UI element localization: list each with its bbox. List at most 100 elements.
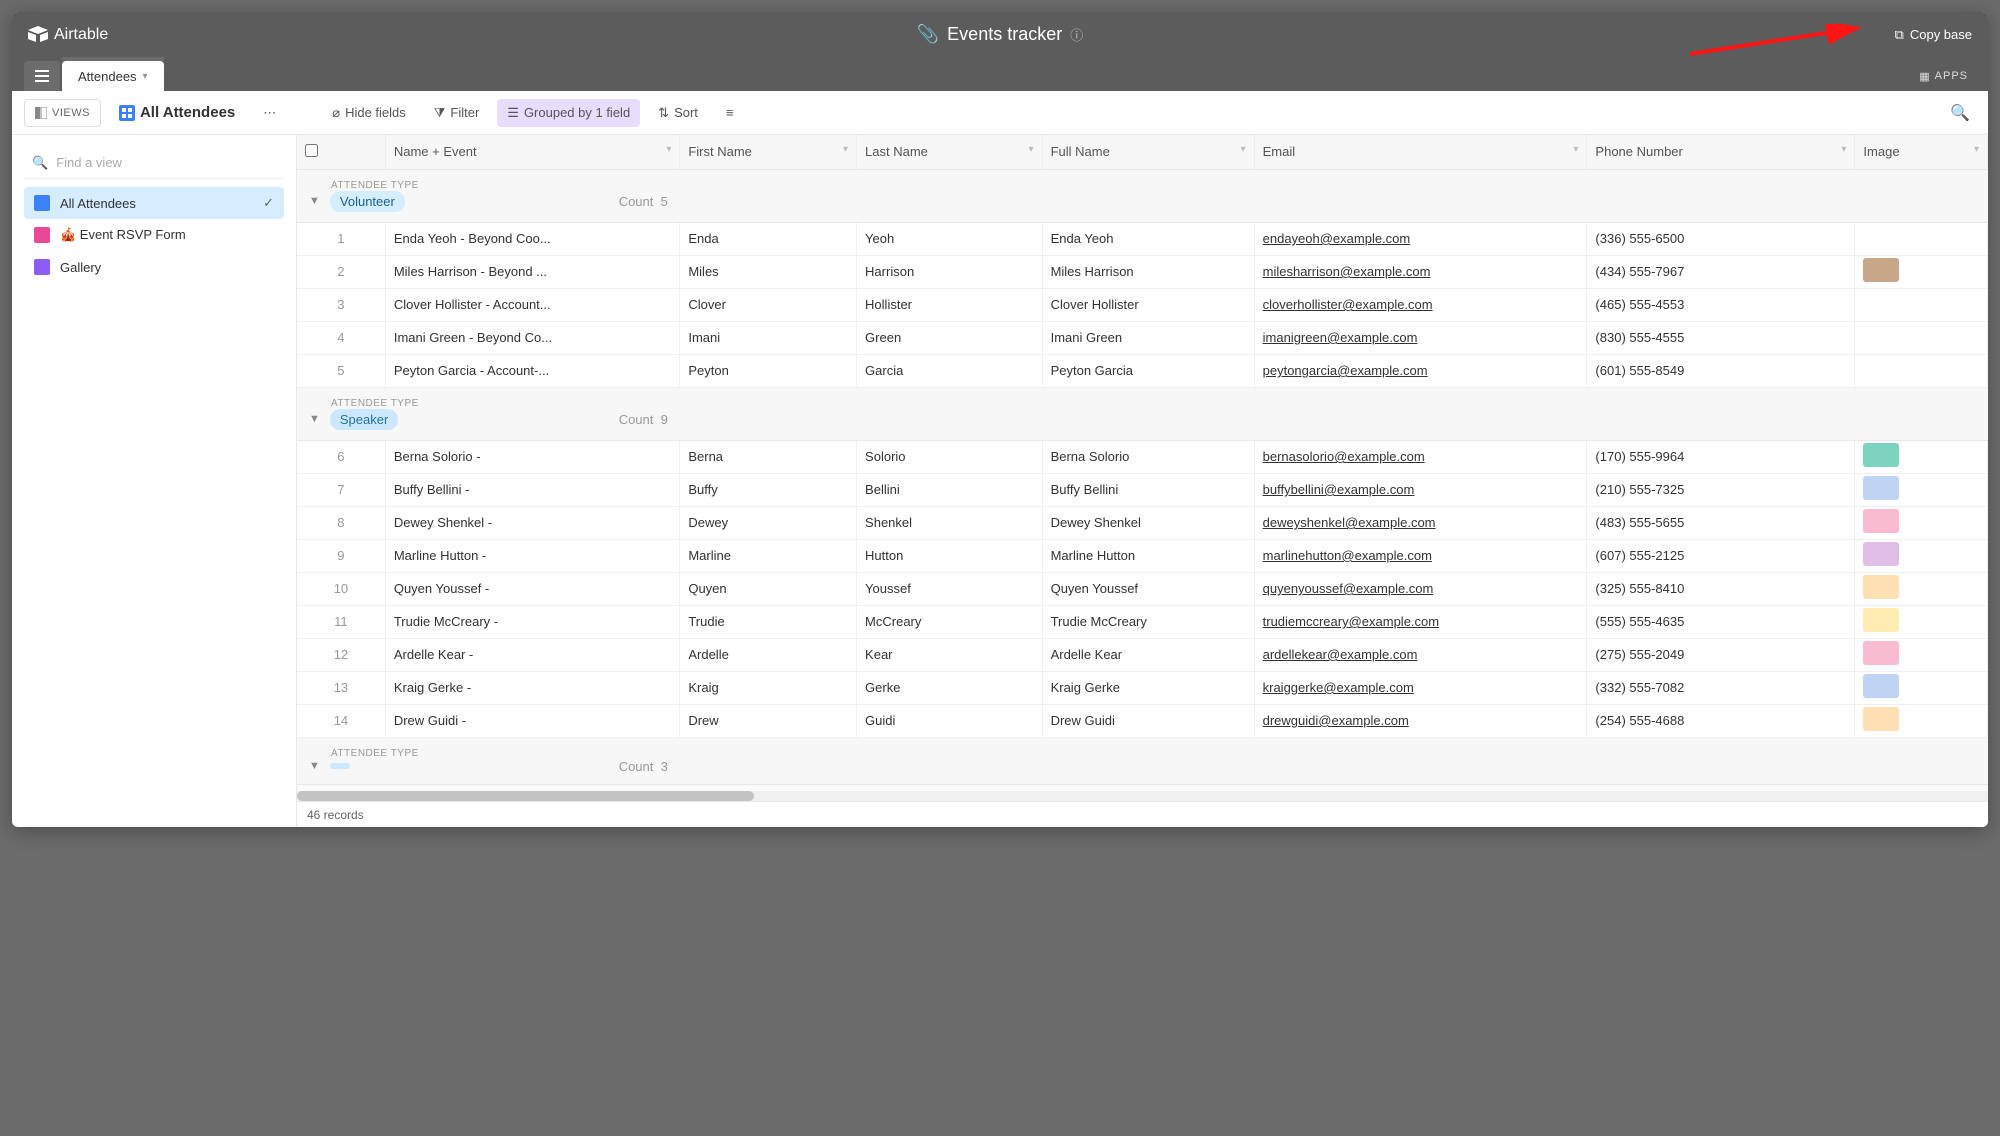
column-options-icon[interactable]: ▾ <box>1029 144 1034 155</box>
cell-email[interactable]: drewguidi@example.com <box>1254 704 1587 737</box>
cell-phone[interactable]: (555) 555-4635 <box>1587 605 1855 638</box>
image-thumbnail[interactable] <box>1863 443 1899 467</box>
copy-base-button[interactable]: ⧉ Copy base <box>1895 27 1972 43</box>
sidebar-view-gallery[interactable]: Gallery <box>24 251 284 283</box>
table-row[interactable]: 14Drew Guidi -DrewGuidiDrew Guididrewgui… <box>297 704 1988 737</box>
cell-name-event[interactable]: Buffy Bellini - <box>385 473 680 506</box>
cell-email[interactable]: quyenyoussef@example.com <box>1254 572 1587 605</box>
cell-name-event[interactable]: Trudie McCreary - <box>385 605 680 638</box>
cell-email[interactable]: marlinehutton@example.com <box>1254 539 1587 572</box>
cell-last-name[interactable]: Solorio <box>857 440 1043 473</box>
column-options-icon[interactable]: ▾ <box>1841 144 1846 155</box>
sidebar-view-form[interactable]: 🎪 Event RSVP Form <box>24 219 284 251</box>
cell-last-name[interactable]: Youssef <box>857 572 1043 605</box>
cell-email[interactable]: bernasolorio@example.com <box>1254 440 1587 473</box>
column-header[interactable] <box>297 135 385 169</box>
column-header[interactable]: Last Name▾ <box>857 135 1043 169</box>
cell-first-name[interactable]: Imani <box>680 321 857 354</box>
cell-full-name[interactable]: Imani Green <box>1042 321 1254 354</box>
cell-image[interactable] <box>1855 321 1988 354</box>
cell-image[interactable] <box>1855 288 1988 321</box>
cell-email[interactable]: ardellekear@example.com <box>1254 638 1587 671</box>
table-row[interactable]: 12Ardelle Kear -ArdelleKearArdelle Keara… <box>297 638 1988 671</box>
image-thumbnail[interactable] <box>1863 608 1899 632</box>
cell-full-name[interactable]: Quyen Youssef <box>1042 572 1254 605</box>
column-options-icon[interactable]: ▾ <box>1974 144 1979 155</box>
cell-phone[interactable]: (332) 555-7082 <box>1587 671 1855 704</box>
column-header[interactable]: Full Name▾ <box>1042 135 1254 169</box>
cell-name-event[interactable]: Kraig Gerke - <box>385 671 680 704</box>
cell-email[interactable]: milesharrison@example.com <box>1254 255 1587 288</box>
cell-phone[interactable]: (170) 555-9964 <box>1587 440 1855 473</box>
group-header[interactable]: ATTENDEE TYPE▼VolunteerCount 5 <box>297 169 1988 222</box>
cell-first-name[interactable]: Clover <box>680 288 857 321</box>
table-row[interactable]: 1Enda Yeoh - Beyond Coo...EndaYeohEnda Y… <box>297 222 1988 255</box>
current-view-name[interactable]: All Attendees <box>109 99 245 127</box>
cell-first-name[interactable]: Enda <box>680 222 857 255</box>
cell-name-event[interactable]: Ardelle Kear - <box>385 638 680 671</box>
cell-first-name[interactable]: Ardelle <box>680 638 857 671</box>
cell-image[interactable] <box>1855 440 1988 473</box>
select-all-checkbox[interactable] <box>305 144 318 157</box>
cell-email[interactable]: buffybellini@example.com <box>1254 473 1587 506</box>
cell-name-event[interactable]: Marline Hutton - <box>385 539 680 572</box>
group-header[interactable]: ATTENDEE TYPE▼Count 3 <box>297 737 1988 784</box>
cell-name-event[interactable]: Clover Hollister - Account... <box>385 288 680 321</box>
cell-first-name[interactable]: Drew <box>680 704 857 737</box>
cell-last-name[interactable]: Gerke <box>857 671 1043 704</box>
cell-phone[interactable]: (465) 555-4553 <box>1587 288 1855 321</box>
cell-phone[interactable]: (210) 555-7325 <box>1587 473 1855 506</box>
column-header[interactable]: Image▾ <box>1855 135 1988 169</box>
table-row[interactable]: 10Quyen Youssef -QuyenYoussefQuyen Youss… <box>297 572 1988 605</box>
group-header[interactable]: ATTENDEE TYPE▼SpeakerCount 9 <box>297 387 1988 440</box>
table-row[interactable]: 4Imani Green - Beyond Co...ImaniGreenIma… <box>297 321 1988 354</box>
views-toggle-button[interactable]: VIEWS <box>24 99 101 127</box>
table-row[interactable]: 6Berna Solorio -BernaSolorioBerna Solori… <box>297 440 1988 473</box>
cell-full-name[interactable]: Berna Solorio <box>1042 440 1254 473</box>
cell-image[interactable] <box>1855 539 1988 572</box>
column-options-icon[interactable]: ▾ <box>1573 144 1578 155</box>
cell-full-name[interactable]: Miles Harrison <box>1042 255 1254 288</box>
cell-name-event[interactable]: Dewey Shenkel - <box>385 506 680 539</box>
cell-email[interactable]: trudiemccreary@example.com <box>1254 605 1587 638</box>
cell-email[interactable]: imanigreen@example.com <box>1254 321 1587 354</box>
image-thumbnail[interactable] <box>1863 509 1899 533</box>
cell-full-name[interactable]: Ardelle Kear <box>1042 638 1254 671</box>
cell-phone[interactable]: (607) 555-2125 <box>1587 539 1855 572</box>
cell-phone[interactable]: (325) 555-8410 <box>1587 572 1855 605</box>
cell-first-name[interactable]: Miles <box>680 255 857 288</box>
cell-name-event[interactable]: Drew Guidi - <box>385 704 680 737</box>
cell-full-name[interactable]: Peyton Garcia <box>1042 354 1254 387</box>
group-button[interactable]: ☰ Grouped by 1 field <box>497 99 640 127</box>
cell-first-name[interactable]: Peyton <box>680 354 857 387</box>
cell-name-event[interactable]: Quyen Youssef - <box>385 572 680 605</box>
cell-full-name[interactable]: Drew Guidi <box>1042 704 1254 737</box>
cell-first-name[interactable]: Marline <box>680 539 857 572</box>
collapse-icon[interactable]: ▼ <box>309 413 320 425</box>
cell-first-name[interactable]: Kraig <box>680 671 857 704</box>
cell-email[interactable]: kraiggerke@example.com <box>1254 671 1587 704</box>
cell-phone[interactable]: (254) 555-4688 <box>1587 704 1855 737</box>
find-view-input[interactable]: 🔍 Find a view <box>24 147 284 179</box>
image-thumbnail[interactable] <box>1863 476 1899 500</box>
cell-image[interactable] <box>1855 222 1988 255</box>
cell-last-name[interactable]: Kear <box>857 638 1043 671</box>
info-icon[interactable]: ⓘ <box>1070 25 1083 44</box>
column-header[interactable]: Email▾ <box>1254 135 1587 169</box>
cell-full-name[interactable]: Marline Hutton <box>1042 539 1254 572</box>
image-thumbnail[interactable] <box>1863 641 1899 665</box>
cell-name-event[interactable]: Imani Green - Beyond Co... <box>385 321 680 354</box>
cell-full-name[interactable]: Enda Yeoh <box>1042 222 1254 255</box>
cell-name-event[interactable]: Berna Solorio - <box>385 440 680 473</box>
base-title[interactable]: 📎 Events tracker ⓘ <box>917 24 1083 45</box>
cell-phone[interactable]: (830) 555-4555 <box>1587 321 1855 354</box>
filter-button[interactable]: ⧩ Filter <box>424 99 490 127</box>
cell-phone[interactable]: (601) 555-8549 <box>1587 354 1855 387</box>
table-row[interactable]: 7Buffy Bellini -BuffyBelliniBuffy Bellin… <box>297 473 1988 506</box>
cell-last-name[interactable]: Yeoh <box>857 222 1043 255</box>
row-height-button[interactable]: ≡ <box>716 99 744 127</box>
image-thumbnail[interactable] <box>1863 258 1899 282</box>
cell-full-name[interactable]: Dewey Shenkel <box>1042 506 1254 539</box>
cell-image[interactable] <box>1855 506 1988 539</box>
cell-first-name[interactable]: Dewey <box>680 506 857 539</box>
